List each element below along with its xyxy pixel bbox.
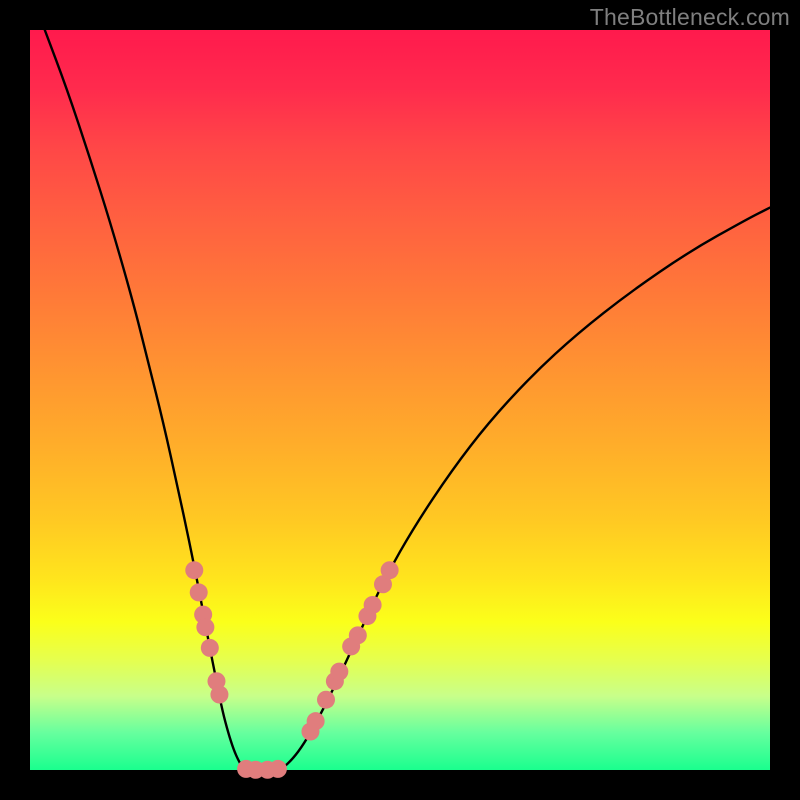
marker-dot bbox=[381, 561, 399, 579]
bottleneck-curve bbox=[45, 30, 770, 770]
marker-dot bbox=[269, 760, 287, 778]
marker-group bbox=[185, 561, 398, 779]
watermark-text: TheBottleneck.com bbox=[590, 4, 790, 31]
marker-dot bbox=[201, 639, 219, 657]
plot-area bbox=[30, 30, 770, 770]
marker-dot bbox=[349, 626, 367, 644]
marker-dot bbox=[307, 712, 325, 730]
chart-frame: TheBottleneck.com bbox=[0, 0, 800, 800]
marker-dot bbox=[185, 561, 203, 579]
marker-dot bbox=[330, 663, 348, 681]
marker-dot bbox=[190, 583, 208, 601]
chart-svg bbox=[30, 30, 770, 770]
marker-dot bbox=[210, 686, 228, 704]
marker-dot bbox=[196, 618, 214, 636]
marker-dot bbox=[317, 691, 335, 709]
marker-dot bbox=[364, 596, 382, 614]
